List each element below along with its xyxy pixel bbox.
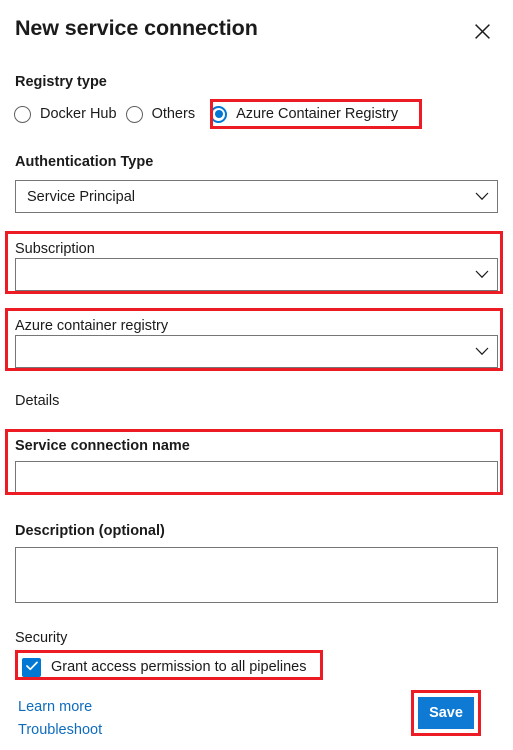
subscription-dropdown[interactable] bbox=[15, 258, 498, 291]
authentication-type-dropdown[interactable]: Service Principal bbox=[15, 180, 498, 213]
radio-option-others[interactable]: Others bbox=[125, 100, 196, 128]
grant-access-checkbox[interactable] bbox=[22, 657, 41, 677]
radio-label-azure-container-registry: Azure Container Registry bbox=[236, 106, 399, 122]
close-icon bbox=[474, 23, 491, 40]
chevron-down-icon bbox=[467, 259, 497, 290]
description-value bbox=[16, 548, 497, 554]
service-connection-name-input[interactable] bbox=[15, 461, 498, 494]
new-service-connection-dialog: New service connection Registry type Doc… bbox=[0, 0, 513, 750]
radio-label-docker-hub: Docker Hub bbox=[40, 106, 117, 122]
registry-type-radio-group: Docker Hub Others Azure Container Regist… bbox=[14, 100, 398, 128]
chevron-down-icon bbox=[467, 336, 497, 367]
registry-type-label: Registry type bbox=[15, 74, 107, 90]
subscription-label: Subscription bbox=[15, 241, 95, 257]
description-label: Description (optional) bbox=[15, 523, 165, 539]
save-button[interactable]: Save bbox=[418, 697, 474, 729]
learn-more-link[interactable]: Learn more bbox=[18, 697, 92, 717]
grant-access-checkbox-row[interactable]: Grant access permission to all pipelines bbox=[22, 655, 306, 679]
troubleshoot-link[interactable]: Troubleshoot bbox=[18, 720, 102, 740]
azure-container-registry-dropdown[interactable] bbox=[15, 335, 498, 368]
checkmark-icon bbox=[25, 658, 38, 676]
authentication-type-value: Service Principal bbox=[27, 188, 135, 205]
page-title: New service connection bbox=[15, 16, 258, 40]
description-textarea[interactable] bbox=[15, 547, 498, 603]
authentication-type-label: Authentication Type bbox=[15, 154, 154, 170]
grant-access-label: Grant access permission to all pipelines bbox=[51, 659, 307, 675]
radio-circle-icon bbox=[14, 105, 31, 123]
radio-option-docker-hub[interactable]: Docker Hub bbox=[14, 100, 117, 128]
chevron-down-icon bbox=[467, 181, 497, 212]
security-label: Security bbox=[15, 630, 68, 646]
radio-circle-selected-icon bbox=[210, 105, 228, 123]
radio-option-azure-container-registry[interactable]: Azure Container Registry bbox=[210, 100, 398, 128]
details-label: Details bbox=[15, 393, 60, 409]
close-button[interactable] bbox=[469, 18, 495, 44]
dialog-header: New service connection bbox=[0, 0, 513, 58]
service-connection-name-label: Service connection name bbox=[15, 438, 190, 454]
radio-label-others: Others bbox=[151, 106, 196, 122]
radio-circle-icon bbox=[125, 105, 143, 123]
azure-container-registry-label: Azure container registry bbox=[15, 318, 169, 334]
